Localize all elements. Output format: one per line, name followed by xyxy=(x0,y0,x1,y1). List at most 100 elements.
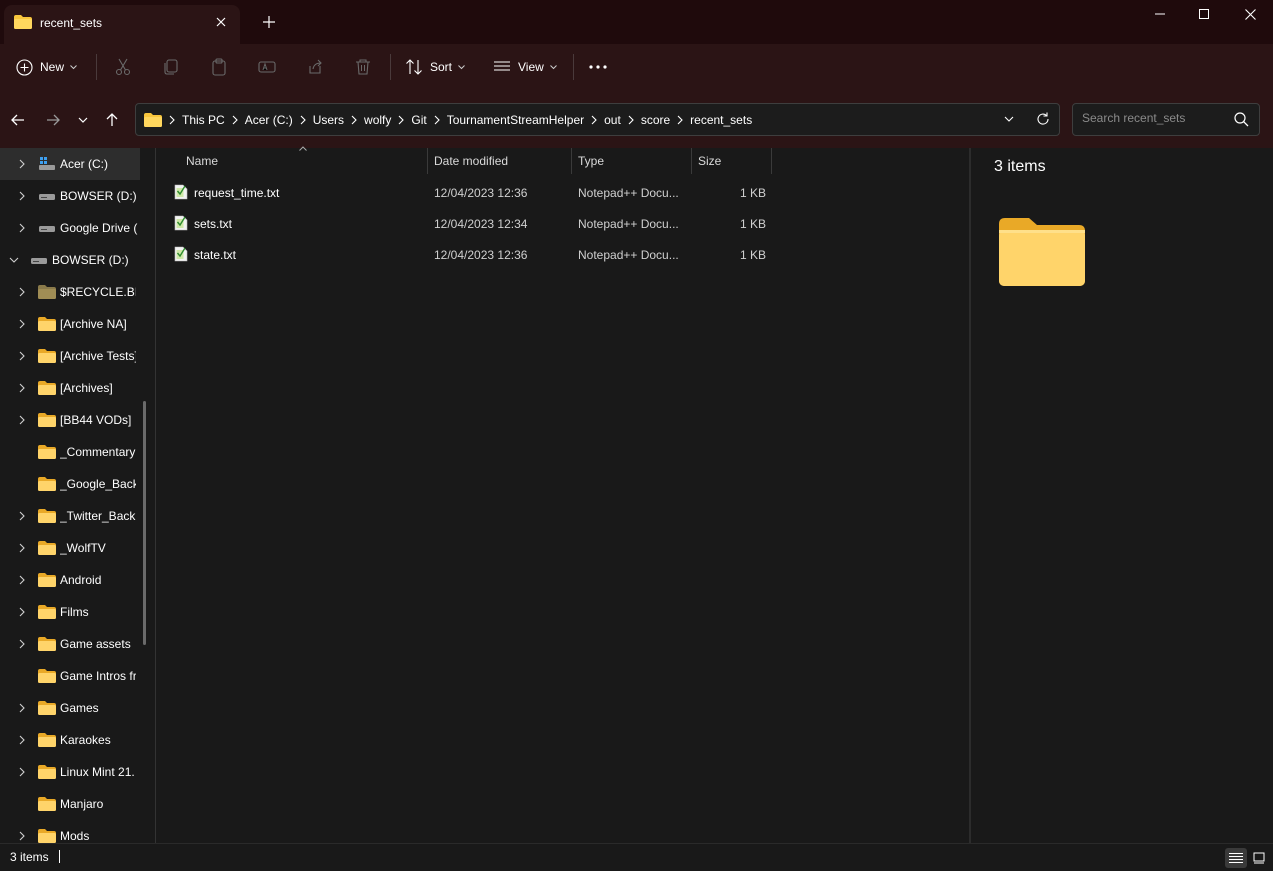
chevron-right-icon[interactable] xyxy=(17,767,27,777)
chevron-right-icon[interactable] xyxy=(17,703,27,713)
file-date: 12/04/2023 12:34 xyxy=(434,217,528,231)
chevron-down-icon[interactable] xyxy=(1004,116,1014,122)
large-icons-view-button[interactable] xyxy=(1248,848,1270,868)
paste-button[interactable] xyxy=(210,52,228,82)
forward-button[interactable] xyxy=(42,109,64,131)
minimize-icon xyxy=(1155,13,1165,15)
recent-locations-button[interactable] xyxy=(72,109,94,131)
sort-label: Sort xyxy=(430,60,453,74)
new-button[interactable]: New xyxy=(16,52,77,82)
new-tab-button[interactable] xyxy=(259,12,279,32)
column-header-date[interactable]: Date modified xyxy=(428,148,571,174)
chevron-down-icon[interactable] xyxy=(9,255,19,265)
search-input[interactable] xyxy=(1082,111,1222,125)
file-row[interactable]: request_time.txt 12/04/2023 12:36 Notepad+… xyxy=(164,177,769,208)
chevron-right-icon[interactable] xyxy=(17,351,27,361)
chevron-right-icon[interactable] xyxy=(17,319,27,329)
sidebar-item-folder[interactable]: Game Intros fr xyxy=(0,660,140,692)
breadcrumb-item[interactable]: wolfy xyxy=(364,113,391,127)
sidebar-item-folder[interactable]: _Google_Backu xyxy=(0,468,140,500)
chevron-right-icon[interactable] xyxy=(17,383,27,393)
folder-icon xyxy=(38,733,56,747)
column-header-type[interactable]: Type xyxy=(572,148,691,174)
chevron-right-icon[interactable] xyxy=(17,543,27,553)
sidebar-item-folder[interactable]: $RECYCLE.BIN xyxy=(0,276,140,308)
close-window-button[interactable] xyxy=(1227,0,1273,28)
sidebar-item-folder[interactable]: [BB44 VODs] xyxy=(0,404,140,436)
navigation-pane: Acer (C:) BOWSER (D:) Google Drive ( BOW… xyxy=(0,148,155,843)
sidebar-item-acer-c[interactable]: Acer (C:) xyxy=(0,148,140,180)
chevron-right-icon[interactable] xyxy=(17,191,27,201)
sidebar-item-folder[interactable]: _Commentary xyxy=(0,436,140,468)
details-view-button[interactable] xyxy=(1225,848,1247,868)
divider xyxy=(96,54,97,80)
breadcrumb-item[interactable]: TournamentStreamHelper xyxy=(447,113,584,127)
file-row[interactable]: state.txt 12/04/2023 12:36 Notepad++ Docu.… xyxy=(164,239,769,270)
file-row[interactable]: sets.txt 12/04/2023 12:34 Notepad++ Docu..… xyxy=(164,208,769,239)
breadcrumb-item[interactable]: This PC xyxy=(182,113,225,127)
chevron-right-icon[interactable] xyxy=(17,575,27,585)
share-button[interactable] xyxy=(306,52,324,82)
sidebar-item-folder[interactable]: Game assets xyxy=(0,628,140,660)
sidebar-item-folder[interactable]: Games xyxy=(0,692,140,724)
sidebar-scrollbar[interactable] xyxy=(143,401,146,645)
folder-icon xyxy=(38,349,56,363)
sidebar-item-folder[interactable]: Mods xyxy=(0,820,140,843)
sidebar-item-google-drive[interactable]: Google Drive ( xyxy=(0,212,140,244)
sidebar-item-folder[interactable]: _Twitter_Backu xyxy=(0,500,140,532)
chevron-down-icon xyxy=(70,64,77,69)
column-divider[interactable] xyxy=(771,148,772,174)
sidebar-item-folder[interactable]: Android xyxy=(0,564,140,596)
sidebar-item-folder[interactable]: Linux Mint 21. xyxy=(0,756,140,788)
sidebar-item-folder[interactable]: [Archives] xyxy=(0,372,140,404)
chevron-right-icon[interactable] xyxy=(17,287,27,297)
search-icon[interactable] xyxy=(1234,112,1249,127)
search-box[interactable] xyxy=(1072,103,1260,136)
sidebar-item-label: [Archive NA] xyxy=(60,317,127,331)
chevron-right-icon xyxy=(169,115,175,124)
chevron-right-icon[interactable] xyxy=(17,159,27,169)
minimize-button[interactable] xyxy=(1137,0,1183,28)
navigation-bar: This PC Acer (C:) Users wolfy Git Tourna… xyxy=(0,92,1273,148)
breadcrumb-item[interactable]: score xyxy=(641,113,670,127)
sidebar-item-folder[interactable]: [Archive Tests] xyxy=(0,340,140,372)
column-header-size[interactable]: Size xyxy=(692,148,771,174)
breadcrumb-item[interactable]: recent_sets xyxy=(690,113,752,127)
chevron-right-icon[interactable] xyxy=(17,831,27,841)
sidebar-item-folder[interactable]: _WolfTV xyxy=(0,532,140,564)
sidebar-item-bowser-d[interactable]: BOWSER (D:) xyxy=(0,180,140,212)
breadcrumb-item[interactable]: Users xyxy=(313,113,344,127)
sidebar-item-folder[interactable]: Karaokes xyxy=(0,724,140,756)
breadcrumb-item[interactable]: Acer (C:) xyxy=(245,113,293,127)
sidebar-item-folder[interactable]: Films xyxy=(0,596,140,628)
chevron-right-icon[interactable] xyxy=(17,607,27,617)
chevron-right-icon[interactable] xyxy=(17,511,27,521)
preview-pane: 3 items xyxy=(971,148,1273,843)
cut-button[interactable] xyxy=(114,52,132,82)
more-options-button[interactable] xyxy=(588,52,608,82)
chevron-right-icon[interactable] xyxy=(17,223,27,233)
file-name: state.txt xyxy=(194,248,237,262)
back-button[interactable] xyxy=(7,109,29,131)
sidebar-item-folder[interactable]: Manjaro xyxy=(0,788,140,820)
list-view-icon xyxy=(494,61,510,71)
address-bar[interactable]: This PC Acer (C:) Users wolfy Git Tourna… xyxy=(135,103,1060,136)
up-button[interactable] xyxy=(101,109,123,131)
chevron-right-icon[interactable] xyxy=(17,735,27,745)
chevron-right-icon[interactable] xyxy=(17,415,27,425)
maximize-button[interactable] xyxy=(1181,0,1227,28)
tab-recent-sets[interactable]: recent_sets xyxy=(4,5,240,44)
rename-button[interactable] xyxy=(258,52,276,82)
copy-button[interactable] xyxy=(162,52,180,82)
sort-button[interactable]: Sort xyxy=(405,52,465,82)
sidebar-item-folder[interactable]: [Archive NA] xyxy=(0,308,140,340)
sidebar-item-bowser-d-expanded[interactable]: BOWSER (D:) xyxy=(0,244,140,276)
chevron-right-icon[interactable] xyxy=(17,639,27,649)
refresh-icon[interactable] xyxy=(1036,112,1050,126)
breadcrumb-item[interactable]: Git xyxy=(411,113,426,127)
close-tab-button[interactable] xyxy=(212,13,230,31)
column-header-name[interactable]: Name xyxy=(156,148,427,174)
delete-button[interactable] xyxy=(354,52,372,82)
view-button[interactable]: View xyxy=(493,52,557,82)
breadcrumb-item[interactable]: out xyxy=(604,113,621,127)
